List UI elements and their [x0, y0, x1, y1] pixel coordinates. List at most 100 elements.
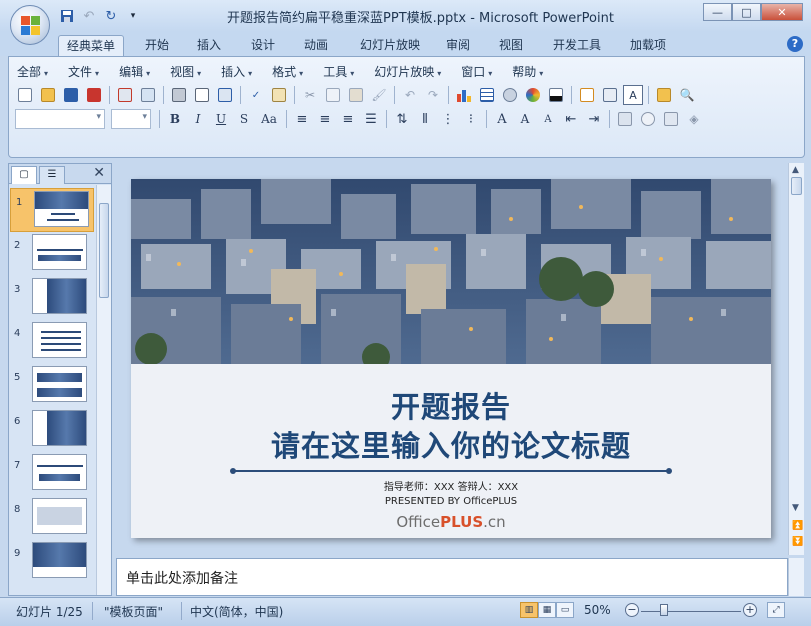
fit-to-window-icon[interactable]: ⤢	[767, 602, 785, 618]
shrink-font-icon[interactable]: A	[538, 109, 558, 129]
slide-thumbnail[interactable]: 3	[9, 276, 95, 320]
shapes-icon[interactable]	[615, 109, 635, 129]
undo-icon[interactable]: ↶	[400, 85, 420, 105]
tab-view[interactable]: 视图	[490, 35, 532, 57]
italic-button[interactable]: I	[188, 109, 208, 129]
spelling-icon[interactable]: ✓	[246, 85, 266, 105]
open-icon[interactable]	[38, 85, 58, 105]
next-slide-icon[interactable]: ⏬	[792, 537, 803, 547]
menu-help[interactable]: 帮助 ▾	[512, 63, 543, 81]
undo-icon[interactable]: ↶	[80, 7, 98, 25]
tab-developer[interactable]: 开发工具	[545, 35, 609, 57]
redo-icon[interactable]: ↻	[102, 7, 120, 25]
new-icon[interactable]	[15, 85, 35, 105]
save-icon[interactable]	[58, 7, 76, 25]
zoom-out-icon[interactable]: −	[625, 603, 639, 617]
menu-window[interactable]: 窗口 ▾	[461, 63, 492, 81]
paste-icon[interactable]	[346, 85, 366, 105]
minimize-button[interactable]: —	[703, 3, 732, 21]
menu-format[interactable]: 格式 ▾	[272, 63, 303, 81]
copy-icon[interactable]	[323, 85, 343, 105]
current-slide[interactable]: 开题报告 请在这里输入你的论文标题 指导老师：XXX 答辩人：XXX PRESE…	[131, 179, 771, 538]
print-icon[interactable]	[169, 85, 189, 105]
attach-icon[interactable]	[138, 85, 158, 105]
shape-fill-icon[interactable]: ◈	[684, 109, 704, 129]
layout-icon[interactable]	[215, 85, 235, 105]
permission-icon[interactable]	[115, 85, 135, 105]
scroll-thumb[interactable]	[99, 203, 109, 298]
slide-thumbnail[interactable]: 7	[9, 452, 95, 496]
numbering-icon[interactable]: ⋮	[438, 109, 458, 129]
notes-pane[interactable]: 单击此处添加备注	[116, 558, 788, 596]
find-icon[interactable]: 🔍	[677, 85, 697, 105]
slideshow-view-icon[interactable]: ▭	[556, 602, 574, 618]
tab-review[interactable]: 审阅	[437, 35, 479, 57]
pdf-icon[interactable]	[84, 85, 104, 105]
decrease-indent-icon[interactable]: ⇤	[561, 109, 581, 129]
save-icon[interactable]	[61, 85, 81, 105]
help-icon[interactable]: ?	[787, 36, 803, 52]
slide-subtitle[interactable]: 请在这里输入你的论文标题	[131, 423, 771, 465]
fill-color-icon[interactable]	[546, 85, 566, 105]
zoom-level[interactable]: 50%	[584, 603, 611, 617]
clipart-icon[interactable]	[500, 85, 520, 105]
tab-slideshow[interactable]: 幻灯片放映	[350, 35, 430, 57]
bullets-icon[interactable]: ⁝	[461, 109, 481, 129]
textbox-icon[interactable]: A	[623, 85, 643, 105]
zoom-in-icon[interactable]: +	[743, 603, 757, 617]
maximize-button[interactable]: □	[732, 3, 761, 21]
slide-thumbnail[interactable]: 8	[9, 496, 95, 540]
slide-thumbnail[interactable]: 5	[9, 364, 95, 408]
table-icon[interactable]	[477, 85, 497, 105]
menu-insert[interactable]: 插入 ▾	[221, 63, 252, 81]
menu-file[interactable]: 文件 ▾	[68, 63, 99, 81]
slide-title[interactable]: 开题报告	[131, 384, 771, 426]
zoom-slider-track[interactable]	[641, 611, 741, 612]
font-size-combo[interactable]	[111, 109, 151, 129]
increase-indent-icon[interactable]: ⇥	[584, 109, 604, 129]
quick-styles-icon[interactable]	[661, 109, 681, 129]
scroll-down-icon[interactable]: ▼	[792, 503, 799, 513]
research-icon[interactable]	[269, 85, 289, 105]
text-direction-icon[interactable]: ⇅	[392, 109, 412, 129]
menu-view[interactable]: 视图 ▾	[170, 63, 201, 81]
customize-icon[interactable]: ▾	[124, 7, 142, 25]
notes-scrollbar[interactable]	[788, 558, 804, 596]
slide-thumbnail[interactable]: 4	[9, 320, 95, 364]
justify-icon[interactable]: ☰	[361, 109, 381, 129]
slide-sorter-icon[interactable]: ▦	[538, 602, 556, 618]
tab-addins[interactable]: 加载项	[622, 35, 674, 57]
slides-tab-icon[interactable]: ▢	[11, 166, 37, 184]
zoom-slider-thumb[interactable]	[660, 604, 668, 616]
tab-design[interactable]: 设计	[242, 35, 284, 57]
scroll-thumb[interactable]	[791, 177, 802, 195]
previous-slide-icon[interactable]: ⏫	[792, 521, 803, 531]
align-left-icon[interactable]: ≡	[292, 109, 312, 129]
slide-layout-icon[interactable]	[600, 85, 620, 105]
advisor-text[interactable]: 指导老师：XXX 答辩人：XXX	[131, 478, 771, 493]
menu-slideshow[interactable]: 幻灯片放映 ▾	[374, 63, 441, 81]
close-icon[interactable]: ✕	[93, 165, 105, 181]
tab-home[interactable]: 开始	[136, 35, 178, 57]
presented-by-text[interactable]: PRESENTED BY OfficePLUS	[131, 496, 771, 507]
increase-font-icon[interactable]: A	[515, 109, 535, 129]
grow-font-icon[interactable]: A	[492, 109, 512, 129]
arrange-icon[interactable]	[638, 109, 658, 129]
template-name[interactable]: "模板页面"	[104, 603, 163, 620]
format-painter-icon[interactable]: 🖌	[369, 85, 389, 105]
column-icon[interactable]: ⦀	[415, 109, 435, 129]
tab-classic-menu[interactable]: 经典菜单	[58, 35, 124, 57]
font-name-combo[interactable]	[15, 109, 105, 129]
tab-insert[interactable]: 插入	[188, 35, 230, 57]
normal-view-icon[interactable]: ▥	[520, 602, 538, 618]
print-preview-icon[interactable]	[192, 85, 212, 105]
language-indicator[interactable]: 中文(简体，中国)	[190, 603, 283, 620]
chart-icon[interactable]	[454, 85, 474, 105]
slide-scrollbar[interactable]: ▲ ▼ ⏫ ⏬	[788, 163, 804, 555]
open-folder-icon[interactable]	[654, 85, 674, 105]
bold-button[interactable]: B	[165, 109, 185, 129]
align-center-icon[interactable]: ≡	[315, 109, 335, 129]
color-icon[interactable]	[523, 85, 543, 105]
strikethrough-button[interactable]: S	[234, 109, 254, 129]
cut-icon[interactable]: ✂	[300, 85, 320, 105]
